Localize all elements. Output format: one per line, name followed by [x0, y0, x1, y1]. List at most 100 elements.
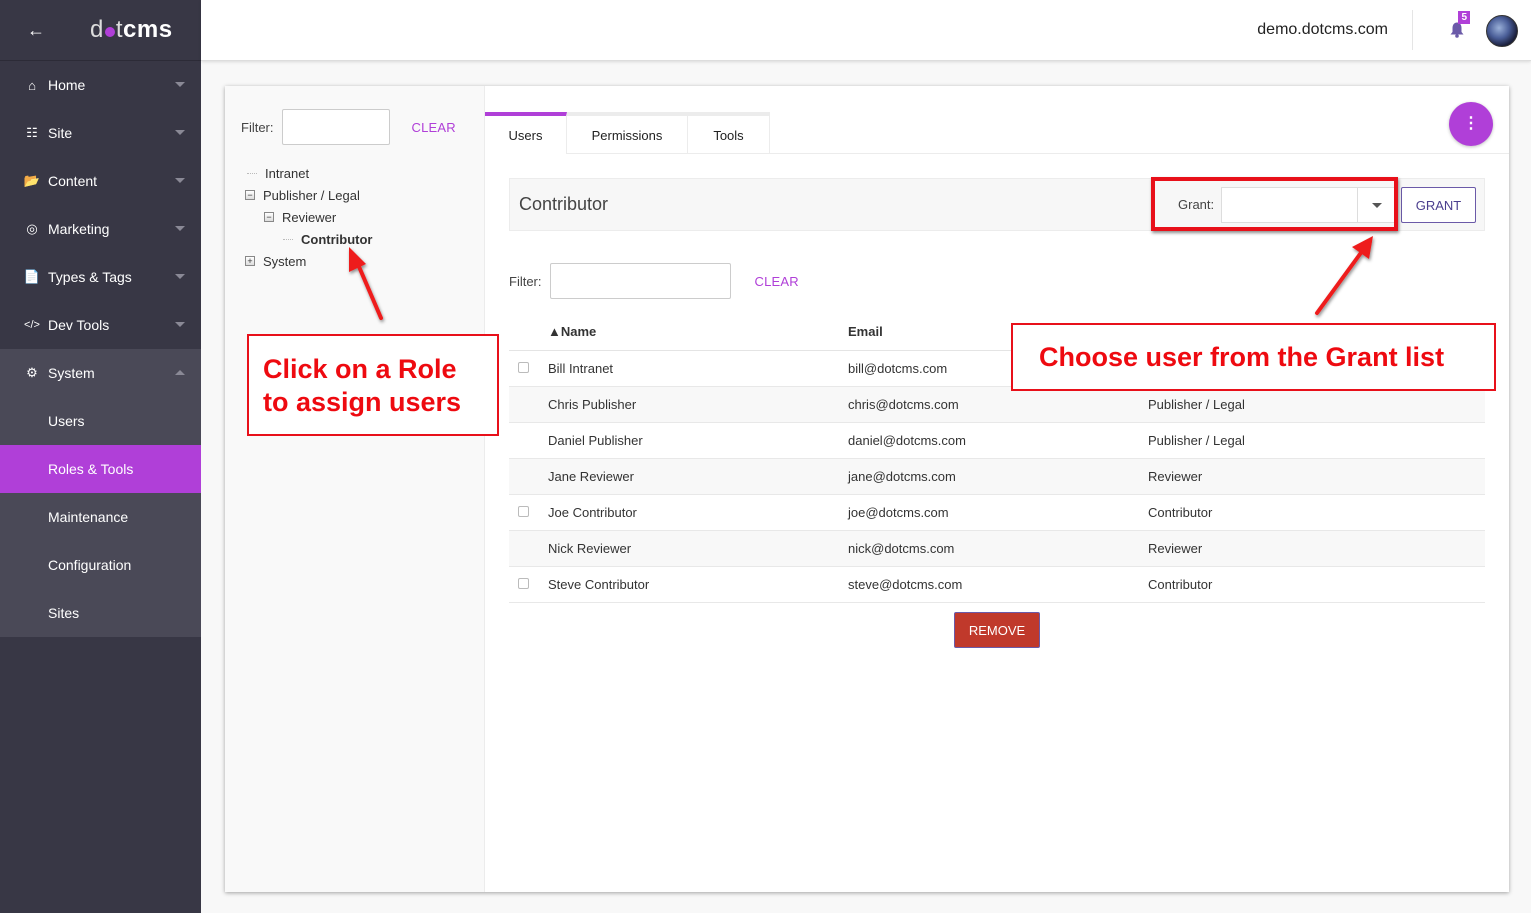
chevron-up-icon [175, 370, 185, 375]
chevron-down-icon [175, 82, 185, 87]
notification-badge: 5 [1458, 11, 1470, 24]
tree-node-contributor[interactable]: Contributor [283, 228, 372, 250]
row-checkbox[interactable] [518, 577, 529, 589]
cell-role: Publisher / Legal [1148, 386, 1485, 423]
sidebar-item-system[interactable]: ⚙ System [0, 349, 201, 397]
filter-label: Filter: [241, 119, 274, 135]
chevron-down-icon [175, 322, 185, 327]
tab-permissions[interactable]: Permissions [567, 112, 688, 154]
sidebar-item-marketing[interactable]: ◎ Marketing [0, 205, 201, 253]
sidebar-header: ← d tcms [0, 0, 201, 61]
cell-email: steve@dotcms.com [848, 566, 1148, 603]
chevron-down-icon [175, 178, 185, 183]
sidebar-item-label: Content [48, 173, 98, 189]
sidebar-item-label: Site [48, 125, 73, 141]
sidebar-item-configuration[interactable]: Configuration [0, 541, 201, 589]
cell-email: chris@dotcms.com [848, 386, 1148, 423]
row-checkbox[interactable] [518, 505, 529, 517]
bullseye-icon: ◎ [26, 221, 38, 236]
divider [1412, 10, 1413, 50]
column-name-header[interactable]: ▲Name [548, 314, 848, 351]
row-checkbox[interactable] [518, 361, 529, 373]
tab-tools[interactable]: Tools [688, 112, 770, 154]
sidebar: ← d tcms ⌂ Home ☷ Site 📂 Content ◎ Market… [0, 0, 201, 913]
cell-email: daniel@dotcms.com [848, 422, 1148, 459]
logo-dot [104, 27, 115, 37]
role-header: Contributor Grant: GRANT [509, 178, 1485, 231]
roles-tree-pane: Filter: CLEAR Intranet − Publisher / Leg… [225, 86, 485, 892]
sidebar-item-label: System [48, 365, 95, 381]
sidebar-item-sites[interactable]: Sites [0, 589, 201, 637]
expand-icon[interactable]: + [245, 256, 255, 266]
cell-name: Joe Contributor [548, 494, 848, 531]
table-row[interactable]: Nick Reviewer nick@dotcms.com Reviewer [509, 530, 1485, 567]
sidebar-item-maintenance[interactable]: Maintenance [0, 493, 201, 541]
cell-name: Daniel Publisher [548, 422, 848, 459]
dropdown-arrow[interactable] [1357, 188, 1395, 222]
bell-icon[interactable] [1450, 22, 1464, 38]
back-arrow-icon[interactable]: ← [0, 20, 72, 41]
roles-card: Filter: CLEAR Intranet − Publisher / Leg… [225, 86, 1509, 892]
cell-role: Publisher / Legal [1148, 422, 1485, 459]
sidebar-item-home[interactable]: ⌂ Home [0, 61, 201, 109]
collapse-icon[interactable]: − [245, 190, 255, 200]
remove-button[interactable]: REMOVE [954, 612, 1040, 648]
sidebar-item-roles-tools[interactable]: Roles & Tools [0, 445, 201, 493]
gear-icon: ⚙ [26, 365, 38, 380]
grant-button[interactable]: GRANT [1401, 187, 1476, 223]
sidebar-item-types-tags[interactable]: 📄 Types & Tags [0, 253, 201, 301]
home-icon: ⌂ [28, 77, 36, 93]
sidebar-item-site[interactable]: ☷ Site [0, 109, 201, 157]
sidebar-item-dev-tools[interactable]: </> Dev Tools [0, 301, 201, 349]
tree-node-reviewer[interactable]: − Reviewer [264, 206, 372, 228]
tree-node-system[interactable]: + System [245, 250, 372, 272]
cell-email: jane@dotcms.com [848, 458, 1148, 495]
collapse-icon[interactable]: − [264, 212, 274, 222]
cell-role: Reviewer [1148, 458, 1485, 495]
role-tabs: Users Permissions Tools [485, 112, 770, 154]
more-actions-button[interactable]: ⋮ [1449, 102, 1493, 146]
users-filter-input[interactable] [549, 263, 731, 299]
grant-user-select[interactable] [1221, 187, 1396, 223]
tree-connector [283, 238, 293, 240]
folder-open-icon: 📂 [23, 173, 41, 188]
more-vertical-icon: ⋮ [1463, 115, 1479, 132]
dotcms-logo: d tcms [90, 16, 173, 43]
cell-role: Contributor [1148, 566, 1485, 603]
sidebar-item-label: Dev Tools [48, 317, 110, 333]
table-row[interactable]: Daniel Publisher daniel@dotcms.com Publish… [509, 422, 1485, 459]
users-clear-button[interactable]: CLEAR [755, 274, 799, 289]
cell-name: Chris Publisher [548, 386, 848, 423]
table-row[interactable]: Steve Contributor steve@dotcms.com Contrib… [509, 566, 1485, 603]
file-text-icon: 📄 [23, 269, 41, 284]
roles-clear-button[interactable]: CLEAR [412, 120, 456, 135]
sidebar-item-label: Types & Tags [48, 269, 132, 285]
table-row[interactable]: Jane Reviewer jane@dotcms.com Reviewer [509, 458, 1485, 495]
site-selector[interactable]: demo.dotcms.com [1257, 21, 1388, 39]
avatar[interactable] [1486, 15, 1518, 47]
tabs-divider [567, 153, 1509, 154]
cell-role: Contributor [1148, 494, 1485, 531]
roles-filter-input[interactable] [281, 109, 390, 145]
table-row[interactable]: Chris Publisher chris@dotcms.com Publisher… [509, 386, 1485, 423]
system-submenu: Users Roles & Tools Maintenance Configur… [0, 397, 201, 637]
cell-role: Reviewer [1148, 530, 1485, 567]
table-row[interactable]: Joe Contributor joe@dotcms.com Contributor [509, 494, 1485, 531]
tab-users[interactable]: Users [485, 112, 567, 154]
code-icon: </> [24, 319, 40, 331]
grant-hint-annotation: Choose user from the Grant list [1011, 323, 1496, 391]
sidebar-item-content[interactable]: 📂 Content [0, 157, 201, 205]
cell-email: nick@dotcms.com [848, 530, 1148, 567]
sidebar-item-users[interactable]: Users [0, 397, 201, 445]
filter-label: Filter: [509, 273, 542, 289]
tree-node-publisher-legal[interactable]: − Publisher / Legal [245, 184, 372, 206]
cell-email: joe@dotcms.com [848, 494, 1148, 531]
sidebar-item-label: Marketing [48, 221, 110, 237]
role-detail-pane: Users Permissions Tools ⋮ Contributor Gr… [485, 86, 1509, 892]
top-bar: demo.dotcms.com 5 [201, 0, 1531, 61]
tree-node-intranet[interactable]: Intranet [247, 162, 372, 184]
chevron-down-icon [175, 130, 185, 135]
cell-name: Bill Intranet [548, 350, 848, 387]
chevron-down-icon [175, 274, 185, 279]
role-hint-annotation: Click on a Role to assign users [247, 334, 499, 436]
